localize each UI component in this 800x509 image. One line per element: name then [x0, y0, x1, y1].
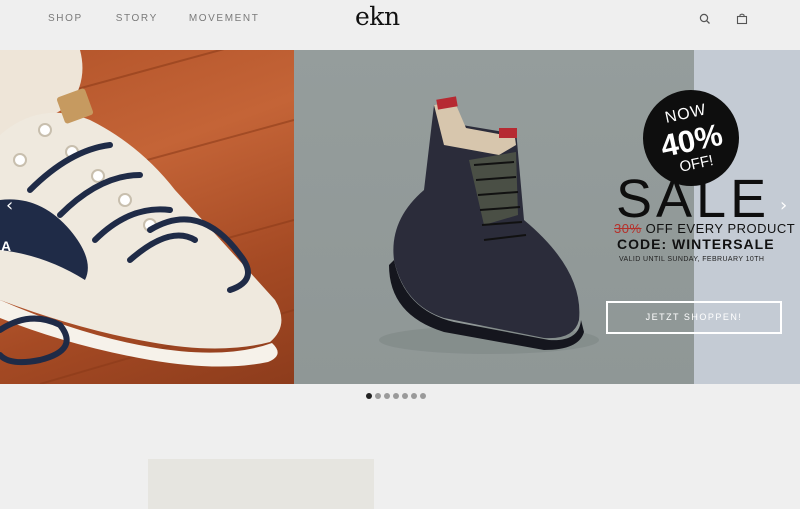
bag-icon[interactable]: [735, 12, 749, 26]
site-header: SHOP STORY MOVEMENT ekn: [0, 0, 800, 50]
carousel-dot[interactable]: [411, 393, 417, 399]
carousel-dot[interactable]: [420, 393, 426, 399]
sneaker-slide-image: A: [0, 50, 294, 384]
carousel-next-icon[interactable]: ›: [780, 195, 787, 216]
shop-now-button[interactable]: JETZT SHOPPEN!: [606, 301, 782, 334]
nav-shop[interactable]: SHOP: [48, 13, 83, 24]
carousel-dot[interactable]: [393, 393, 399, 399]
slide-caption-fragment: A: [1, 238, 12, 254]
nav-movement[interactable]: MOVEMENT: [189, 13, 260, 24]
carousel-dot[interactable]: [375, 393, 381, 399]
carousel-dot[interactable]: [384, 393, 390, 399]
search-icon[interactable]: [698, 12, 712, 26]
carousel-dot[interactable]: [366, 393, 372, 399]
carousel-dots: [366, 393, 426, 399]
brand-logo[interactable]: ekn: [355, 2, 400, 31]
carousel-prev-icon[interactable]: ‹: [6, 195, 13, 216]
hero-carousel: A NOW 40% OFF! SALE 30% OFF EVERY PRODUC…: [0, 50, 800, 384]
carousel-dot[interactable]: [402, 393, 408, 399]
main-nav: SHOP STORY MOVEMENT: [48, 13, 259, 24]
nav-story[interactable]: STORY: [116, 13, 158, 24]
product-teaser-card: [148, 459, 374, 509]
